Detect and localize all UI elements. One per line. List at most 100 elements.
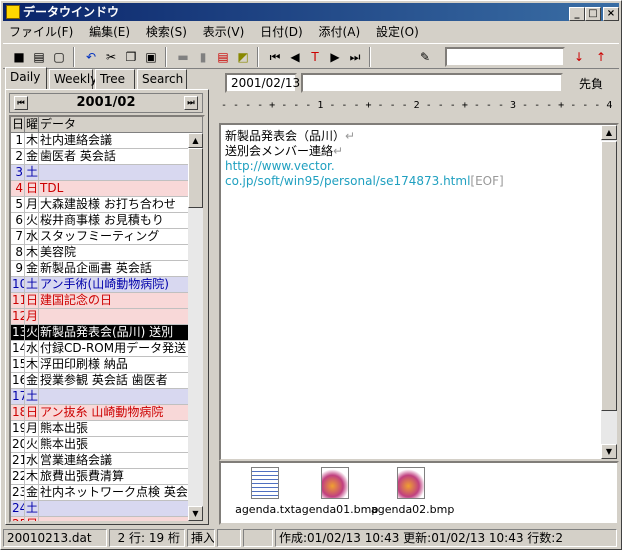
- title-bar[interactable]: データウインドウ _ □ ×: [3, 3, 619, 21]
- tab-search[interactable]: Search: [137, 69, 187, 89]
- prev-month-icon[interactable]: ⏮: [14, 96, 28, 110]
- tab-daily[interactable]: Daily: [5, 67, 47, 89]
- folder-icon[interactable]: ▬: [173, 47, 193, 67]
- minimize-button[interactable]: _: [569, 7, 585, 21]
- day-row[interactable]: 8 木美容院: [11, 245, 203, 261]
- tab-weekly[interactable]: Weekly: [49, 69, 97, 89]
- menu-attach[interactable]: 添付(A): [313, 23, 367, 41]
- day-row[interactable]: 20火熊本出張: [11, 437, 203, 453]
- prev-page-icon[interactable]: ◀: [285, 47, 305, 67]
- menu-date[interactable]: 日付(D): [254, 23, 309, 41]
- day-scrollbar[interactable]: ▲ ▼: [188, 133, 203, 521]
- menu-search[interactable]: 検索(S): [140, 23, 193, 41]
- day-row[interactable]: 11日建国記念の日: [11, 293, 203, 309]
- day-summary: 大森建設様 お打ち合わせ: [39, 197, 203, 212]
- maximize-button[interactable]: □: [585, 7, 601, 21]
- menu-edit[interactable]: 編集(E): [83, 23, 136, 41]
- title-field[interactable]: [301, 73, 563, 93]
- day-row[interactable]: 10土アン手術(山崎動物病院): [11, 277, 203, 293]
- day-row[interactable]: 24土: [11, 501, 203, 517]
- save-icon[interactable]: ■: [9, 47, 29, 67]
- scroll-up-icon[interactable]: ▲: [601, 125, 617, 140]
- day-summary: 社内ネットワーク点検 英会: [39, 485, 203, 500]
- day-row[interactable]: 19月熊本出張: [11, 421, 203, 437]
- delete-icon[interactable]: ▮: [193, 47, 213, 67]
- search-up-icon[interactable]: ↑: [591, 47, 611, 67]
- day-row[interactable]: 3土: [11, 165, 203, 181]
- last-page-icon[interactable]: ⏭: [345, 47, 365, 67]
- day-row[interactable]: 22木旅費出張費清算: [11, 469, 203, 485]
- day-row[interactable]: 5 月大森建設様 お打ち合わせ: [11, 197, 203, 213]
- menu-settings[interactable]: 設定(O): [370, 23, 425, 41]
- day-row[interactable]: 9 金新製品企画書 英会話: [11, 261, 203, 277]
- cut-icon[interactable]: ✂: [101, 47, 121, 67]
- scroll-thumb[interactable]: [601, 141, 617, 411]
- toolbar-separator: [165, 47, 167, 67]
- memo-url-line-2[interactable]: co.jp/soft/win95/personal/se174873.html: [225, 174, 470, 188]
- calendar-icon[interactable]: ◩: [233, 47, 253, 67]
- copy-icon[interactable]: ❐: [121, 47, 141, 67]
- toolbar-separator: [257, 47, 259, 67]
- day-number: 23: [11, 485, 25, 500]
- tab-tree[interactable]: Tree: [95, 69, 135, 89]
- date-field[interactable]: 2001/02/13: [225, 73, 300, 93]
- weekday: 月: [26, 421, 39, 436]
- return-mark: ↵: [345, 129, 356, 143]
- weekday: 日: [26, 181, 39, 196]
- menu-view[interactable]: 表示(V): [197, 23, 251, 41]
- next-month-icon[interactable]: ⏭: [184, 96, 198, 110]
- scroll-down-icon[interactable]: ▼: [188, 506, 203, 521]
- today-icon[interactable]: T: [305, 47, 325, 67]
- attachment-name: agenda01.bmp: [295, 503, 379, 516]
- first-page-icon[interactable]: ⏮: [265, 47, 285, 67]
- search-down-icon[interactable]: ↓: [569, 47, 589, 67]
- print-preview-icon[interactable]: ▢: [49, 47, 69, 67]
- day-row[interactable]: 6 火桜井商事様 お見積もり: [11, 213, 203, 229]
- search-input[interactable]: [445, 47, 565, 67]
- scroll-down-icon[interactable]: ▼: [601, 444, 617, 459]
- scroll-thumb[interactable]: [188, 148, 203, 208]
- header-day[interactable]: 日: [11, 117, 25, 132]
- day-row[interactable]: 14水付録CD-ROM用データ発送: [11, 341, 203, 357]
- day-row[interactable]: 23金社内ネットワーク点検 英会: [11, 485, 203, 501]
- weekday: 土: [26, 165, 39, 180]
- day-row[interactable]: 17土: [11, 389, 203, 405]
- day-row[interactable]: 12月: [11, 309, 203, 325]
- menu-file[interactable]: ファイル(F): [3, 23, 79, 41]
- ruler: - - - - + - - - 1 - - - + - - - 2 - - - …: [221, 100, 613, 111]
- paste-icon[interactable]: ▣: [141, 47, 161, 67]
- attachment-item[interactable]: agenda01.bmp: [295, 467, 379, 516]
- app-icon[interactable]: [6, 5, 20, 19]
- memo-url-line-1[interactable]: http://www.vector.: [225, 159, 613, 174]
- day-row[interactable]: 25日: [11, 517, 203, 521]
- day-row[interactable]: 16金授業参観 英会話 歯医者: [11, 373, 203, 389]
- editor-scrollbar[interactable]: ▲ ▼: [601, 125, 617, 459]
- day-number: 9: [11, 261, 25, 276]
- attachment-item[interactable]: agenda.txt: [225, 467, 305, 516]
- next-page-icon[interactable]: ▶: [325, 47, 345, 67]
- memo-editor[interactable]: 新製品発表会（品川）↵ 送別会メンバー連絡↵ http://www.vector…: [219, 123, 619, 461]
- attachment-item[interactable]: agenda02.bmp: [371, 467, 454, 516]
- day-row[interactable]: 1 木社内連絡会議: [11, 133, 203, 149]
- scroll-up-icon[interactable]: ▲: [188, 133, 203, 148]
- month-navigator: ⏮ 2001/02 ⏭: [9, 93, 203, 113]
- undo-icon[interactable]: ↶: [81, 47, 101, 67]
- day-row[interactable]: 18日アン抜糸 山崎動物病院: [11, 405, 203, 421]
- close-button[interactable]: ×: [603, 7, 619, 21]
- status-bar: 20010213.dat 2 行: 19 桁 挿入 作成:01/02/13 10…: [3, 529, 619, 547]
- notepad-icon[interactable]: ▤: [213, 47, 233, 67]
- day-row[interactable]: 15木浮田印刷様 納品: [11, 357, 203, 373]
- day-summary: 社内連絡会議: [39, 133, 203, 148]
- day-row[interactable]: 2 金歯医者 英会話: [11, 149, 203, 165]
- memo-icon[interactable]: ✎: [415, 47, 435, 67]
- header-data[interactable]: データ: [39, 117, 203, 132]
- memo-line-1: 新製品発表会（品川）: [225, 129, 346, 143]
- window-title: データウインドウ: [23, 5, 120, 19]
- day-row[interactable]: 4 日 TDL: [11, 181, 203, 197]
- header-weekday[interactable]: 曜: [25, 117, 39, 132]
- day-row[interactable]: 13火新製品発表会(品川) 送別: [11, 325, 203, 341]
- day-row[interactable]: 21水営業連絡会議: [11, 453, 203, 469]
- day-row[interactable]: 7 水スタッフミーティング: [11, 229, 203, 245]
- print-icon[interactable]: ▤: [29, 47, 49, 67]
- weekday: 日: [26, 293, 39, 308]
